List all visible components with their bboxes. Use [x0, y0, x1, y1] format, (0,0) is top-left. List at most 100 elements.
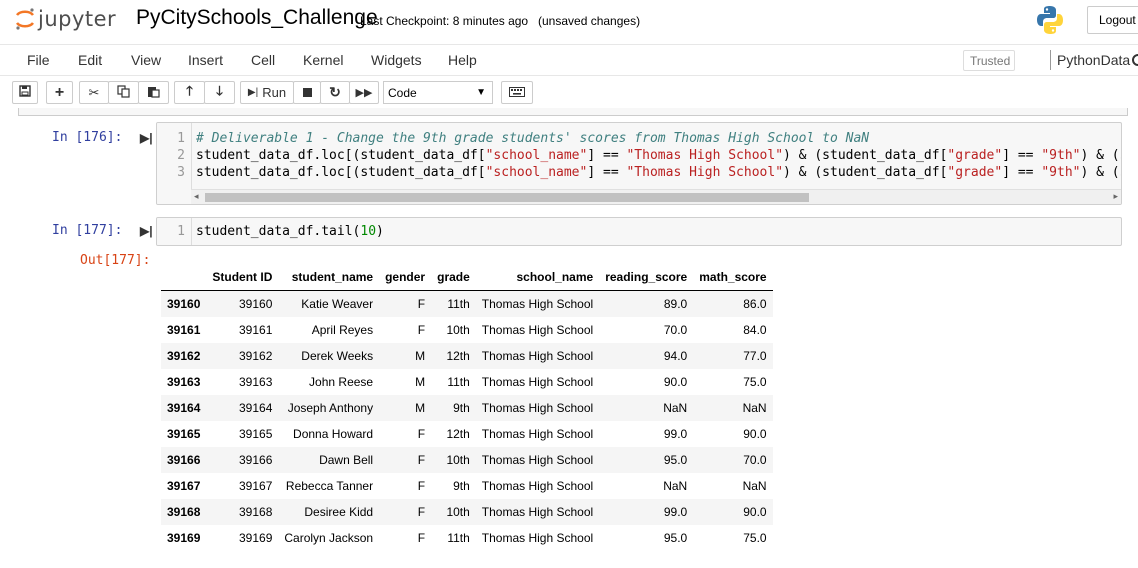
kernel-name[interactable]: PythonData [1057, 52, 1130, 68]
cell-176-input[interactable]: 1 2 3 # Deliverable 1 - Change the 9th g… [156, 122, 1122, 205]
run-cell-icon[interactable]: ▶| [140, 131, 153, 145]
table-cell: John Reese [309, 375, 374, 389]
table-cell: April Reyes [311, 323, 374, 337]
menu-edit[interactable]: Edit [78, 52, 102, 68]
interrupt-button[interactable] [293, 81, 321, 104]
table-cell: 70.0 [743, 453, 767, 467]
table-cell: 39168 [239, 505, 273, 519]
table-cell: 94.0 [663, 349, 688, 363]
trusted-indicator[interactable]: Trusted [963, 50, 1015, 71]
line-number: 1 [177, 131, 185, 146]
code-line: # Deliverable 1 - Change the 9th grade s… [196, 131, 870, 146]
python-logo-icon [1036, 5, 1064, 35]
scroll-left-icon[interactable]: ◂ [194, 191, 199, 202]
table-cell: F [417, 531, 426, 545]
logout-button[interactable]: Logout [1087, 6, 1138, 34]
table-cell: Thomas High School [481, 531, 594, 545]
save-button[interactable] [12, 81, 38, 104]
table-cell: 10th [446, 505, 470, 519]
table-cell: Thomas High School [481, 427, 594, 441]
insert-cell-button[interactable]: + [46, 81, 73, 104]
row-index: 39167 [167, 479, 201, 493]
table-cell: Thomas High School [481, 453, 594, 467]
scissors-icon: ✂ [88, 84, 100, 100]
table-cell: 75.0 [743, 375, 767, 389]
menu-widgets[interactable]: Widgets [371, 52, 422, 68]
table-cell: Carolyn Jackson [284, 531, 374, 545]
cut-button[interactable]: ✂ [79, 81, 109, 104]
line-number-gutter: 1 [157, 218, 192, 245]
cell-type-select[interactable]: Code ▼ [383, 81, 493, 104]
table-cell: Joseph Anthony [287, 401, 374, 415]
index-header [161, 264, 207, 291]
table-cell: 11th [447, 375, 470, 389]
plus-icon: + [54, 83, 65, 101]
table-cell: 95.0 [663, 531, 688, 545]
table-cell: Thomas High School [481, 505, 594, 519]
table-header-row: Student ID student_name gender grade sch… [161, 264, 773, 291]
table-cell: Thomas High School [481, 349, 594, 363]
move-up-button[interactable]: 🡑 [174, 81, 205, 104]
restart-button[interactable]: ↻ [320, 81, 350, 104]
column-header: school_name [475, 264, 600, 291]
table-cell: 86.0 [743, 297, 767, 311]
table-row: 39164 39164 Joseph Anthony M 9th Thomas High … [161, 395, 773, 421]
menu-insert[interactable]: Insert [188, 52, 223, 68]
table-cell: 12th [446, 349, 470, 363]
row-index: 39169 [167, 531, 201, 545]
paste-icon [147, 85, 160, 101]
cell-177-prompt: In [177]: [52, 223, 123, 238]
table-cell: 77.0 [743, 349, 767, 363]
code-line: student_data_df.loc[(student_data_df["sc… [196, 165, 1121, 180]
table-cell: 84.0 [743, 323, 767, 337]
table-cell: Katie Weaver [301, 297, 374, 311]
menu-kernel[interactable]: Kernel [303, 52, 343, 68]
table-cell: 39165 [239, 427, 273, 441]
command-palette-button[interactable] [501, 81, 533, 104]
table-cell: F [417, 479, 426, 493]
kernel-status-icon [1132, 54, 1138, 66]
menu-help[interactable]: Help [448, 52, 477, 68]
chevron-down-icon: ▼ [476, 87, 486, 98]
menu-file[interactable]: File [27, 52, 50, 68]
table-cell: 89.0 [663, 297, 688, 311]
row-index: 39166 [167, 453, 201, 467]
menu-cell[interactable]: Cell [251, 52, 275, 68]
column-header: Student ID [206, 264, 279, 291]
horizontal-scrollbar[interactable]: ◂ ▸ [191, 189, 1121, 204]
table-cell: NaN [742, 401, 767, 415]
menu-view[interactable]: View [131, 52, 161, 68]
table-cell: F [417, 453, 426, 467]
table-row: 39168 39168 Desiree Kidd F 10th Thomas High S… [161, 499, 773, 525]
code-line: student_data_df.loc[(student_data_df["sc… [196, 148, 1121, 163]
table-cell: 39162 [239, 349, 273, 363]
restart-run-all-button[interactable]: ▶▶ [349, 81, 379, 104]
column-header: math_score [693, 264, 773, 291]
scrollbar-thumb[interactable] [205, 193, 809, 202]
column-header: student_name [278, 264, 380, 291]
copy-button[interactable] [108, 81, 139, 104]
jupyter-logo[interactable]: jupyter [14, 6, 116, 32]
table-cell: Rebecca Tanner [285, 479, 374, 493]
table-cell: 39167 [239, 479, 273, 493]
table-cell: 11th [447, 297, 470, 311]
run-button[interactable]: ▶| Run [240, 81, 294, 104]
table-cell: 39163 [239, 375, 273, 389]
table-cell: 11th [447, 531, 470, 545]
move-down-button[interactable]: 🡓 [204, 81, 235, 104]
cell-177-input[interactable]: 1 student_data_df.tail(10) [156, 217, 1122, 246]
table-cell: Thomas High School [481, 479, 594, 493]
table-cell: Thomas High School [481, 375, 594, 389]
table-row: 39161 39161 April Reyes F 10th Thomas High Sc… [161, 317, 773, 343]
notebook-name[interactable]: PyCitySchools_Challenge [136, 6, 378, 30]
table-row: 39160 39160 Katie Weaver F 11th Thomas High S… [161, 290, 773, 317]
run-cell-icon[interactable]: ▶| [140, 224, 153, 238]
cell-176-prompt: In [176]: [52, 130, 123, 145]
table-cell: 10th [446, 453, 470, 467]
table-cell: F [417, 297, 426, 311]
kernel-divider [1050, 50, 1051, 70]
table-cell: 10th [446, 323, 470, 337]
scroll-right-icon[interactable]: ▸ [1113, 191, 1118, 202]
paste-button[interactable] [138, 81, 169, 104]
code-text: student_data_df.tail(10) [196, 224, 384, 239]
